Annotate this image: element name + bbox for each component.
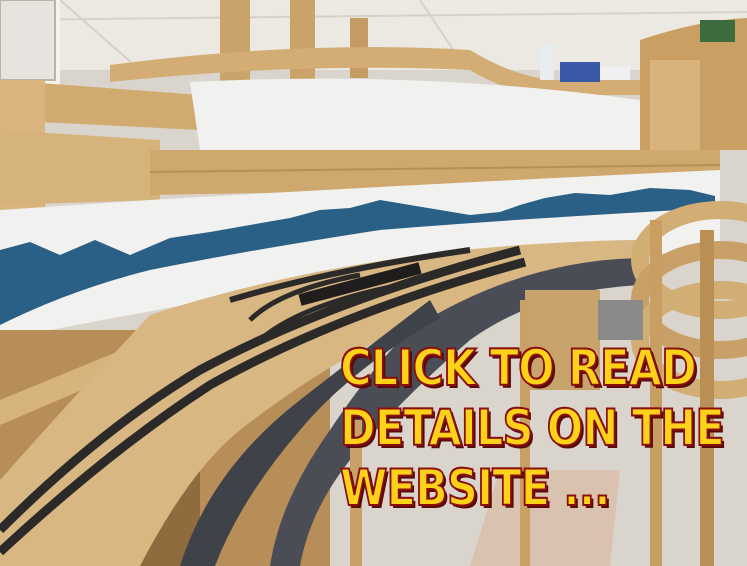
overlay-line-3: WEBSITE ... (339, 458, 611, 518)
overlay-line-2: DETAILS ON THE (339, 398, 725, 458)
website-link-banner[interactable]: CLICK TO READ DETAILS ON THE WEBSITE ... (0, 0, 747, 566)
call-to-action-text[interactable]: CLICK TO READ DETAILS ON THE WEBSITE ... (339, 338, 725, 518)
overlay-line-1: CLICK TO READ (339, 338, 698, 398)
